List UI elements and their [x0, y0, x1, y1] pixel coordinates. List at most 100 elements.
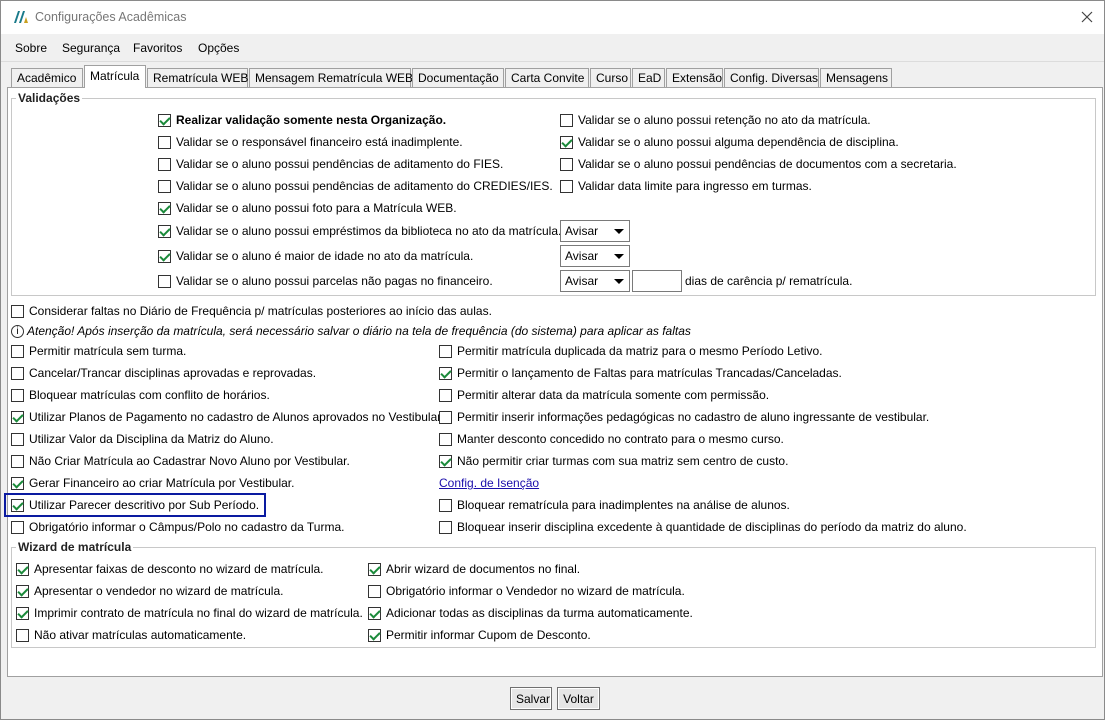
checkbox-box[interactable] [16, 628, 29, 642]
checkbox-lancamento-faltas[interactable]: Permitir o lançamento de Faltas para mat… [439, 366, 842, 380]
select-acao-biblioteca[interactable]: Avisar [560, 220, 630, 242]
menu-favoritos[interactable]: Favoritos [133, 41, 182, 55]
checkbox-box[interactable] [439, 366, 452, 380]
checkbox-box[interactable] [439, 454, 452, 468]
checkbox-box[interactable] [560, 179, 573, 193]
checkbox-box[interactable] [439, 410, 452, 424]
checkbox-box[interactable] [439, 432, 452, 446]
checkbox-data-limite-turmas[interactable]: Validar data limite para ingresso em tur… [560, 179, 812, 193]
save-button[interactable]: Salvar [510, 687, 552, 710]
checkbox-wizard-documentos[interactable]: Abrir wizard de documentos no final. [368, 562, 580, 576]
checkbox-box[interactable] [158, 274, 171, 288]
tab-matricula[interactable]: Matrícula [84, 65, 146, 88]
checkbox-matricula-duplicada[interactable]: Permitir matrícula duplicada da matriz p… [439, 344, 823, 358]
checkbox-box[interactable] [11, 454, 24, 468]
checkbox-box[interactable] [439, 344, 452, 358]
checkbox-cancelar-trancar[interactable]: Cancelar/Trancar disciplinas aprovadas e… [11, 366, 316, 380]
close-icon[interactable] [1076, 6, 1098, 28]
checkbox-adicionar-disciplinas[interactable]: Adicionar todas as disciplinas da turma … [368, 606, 693, 620]
checkbox-box[interactable] [11, 520, 24, 534]
checkbox-box[interactable] [11, 432, 24, 446]
checkbox-pendencias-documentos[interactable]: Validar se o aluno possui pendências de … [560, 157, 957, 171]
checkbox-foto-matricula-web[interactable]: Validar se o aluno possui foto para a Ma… [158, 201, 457, 215]
tab-mensagem-rematricula-web[interactable]: Mensagem Rematrícula WEB [249, 68, 413, 87]
menu-opcoes[interactable]: Opções [198, 41, 239, 55]
checkbox-box[interactable] [368, 606, 381, 620]
checkbox-box[interactable] [368, 628, 381, 642]
checkbox-faixas-desconto[interactable]: Apresentar faixas de desconto no wizard … [16, 562, 324, 576]
tab-carta-convite[interactable]: Carta Convite [505, 68, 589, 87]
tab-academico[interactable]: Acadêmico [11, 68, 83, 87]
checkbox-considerar-faltas[interactable]: Considerar faltas no Diário de Frequênci… [11, 304, 492, 318]
checkbox-box[interactable] [439, 388, 452, 402]
menu-sobre[interactable]: Sobre [15, 41, 47, 55]
checkbox-info-pedagogicas[interactable]: Permitir inserir informações pedagógicas… [439, 410, 929, 424]
checkbox-box[interactable] [11, 366, 24, 380]
app-logo-icon [14, 11, 28, 23]
checkbox-imprimir-contrato[interactable]: Imprimir contrato de matrícula no final … [16, 606, 363, 620]
checkbox-box[interactable] [368, 584, 381, 598]
checkbox-disciplina-excedente[interactable]: Bloquear inserir disciplina excedente à … [439, 520, 967, 534]
checkbox-centro-custo[interactable]: Não permitir criar turmas com sua matriz… [439, 454, 788, 468]
checkbox-conflito-horarios[interactable]: Bloquear matrículas com conflito de horá… [11, 388, 270, 402]
back-button[interactable]: Voltar [557, 687, 600, 710]
checkbox-planos-pagamento[interactable]: Utilizar Planos de Pagamento no cadastro… [11, 410, 444, 424]
dias-carencia-input[interactable] [632, 270, 682, 292]
checkbox-box[interactable] [11, 304, 24, 318]
checkbox-box[interactable] [158, 179, 171, 193]
checkbox-pendencias-fies[interactable]: Validar se o aluno possui pendências de … [158, 157, 503, 171]
checkbox-maior-idade[interactable]: Validar se o aluno é maior de idade no a… [158, 249, 473, 263]
tab-ead[interactable]: EaD [632, 68, 665, 87]
checkbox-box[interactable] [158, 157, 171, 171]
menu-seguranca[interactable]: Segurança [62, 41, 120, 55]
checkbox-nao-criar-matricula[interactable]: Não Criar Matrícula ao Cadastrar Novo Al… [11, 454, 350, 468]
tab-mensagens[interactable]: Mensagens [820, 68, 892, 87]
checkbox-box[interactable] [158, 249, 171, 263]
checkbox-retencao[interactable]: Validar se o aluno possui retenção no at… [560, 113, 871, 127]
checkbox-alterar-data[interactable]: Permitir alterar data da matrícula somen… [439, 388, 769, 402]
checkbox-box[interactable] [560, 157, 573, 171]
checkbox-parcelas-nao-pagas[interactable]: Validar se o aluno possui parcelas não p… [158, 274, 493, 288]
checkbox-box[interactable] [16, 606, 29, 620]
checkbox-box[interactable] [158, 135, 171, 149]
checkbox-box[interactable] [439, 498, 452, 512]
checkbox-box[interactable] [158, 113, 171, 127]
checkbox-cupom-desconto[interactable]: Permitir informar Cupom de Desconto. [368, 628, 591, 642]
checkbox-pendencias-credies[interactable]: Validar se o aluno possui pendências de … [158, 179, 553, 193]
tab-curso[interactable]: Curso [590, 68, 631, 87]
settings-window: Configurações Acadêmicas Sobre Segurança… [0, 0, 1105, 720]
checkbox-nao-ativar-matriculas[interactable]: Não ativar matrículas automaticamente. [16, 628, 246, 642]
checkbox-validacao-organizacao[interactable]: Realizar validação somente nesta Organiz… [158, 113, 446, 127]
checkbox-bloquear-rematricula[interactable]: Bloquear rematrícula para inadimplentes … [439, 498, 790, 512]
checkbox-box[interactable] [11, 388, 24, 402]
checkbox-box[interactable] [560, 135, 573, 149]
checkbox-campus-polo[interactable]: Obrigatório informar o Câmpus/Polo no ca… [11, 520, 344, 534]
checkbox-emprestimos-biblioteca[interactable]: Validar se o aluno possui empréstimos da… [158, 224, 561, 238]
checkbox-responsavel-inadimplente[interactable]: Validar se o responsável financeiro está… [158, 135, 463, 149]
checkbox-box[interactable] [368, 562, 381, 576]
checkbox-gerar-financeiro[interactable]: Gerar Financeiro ao criar Matrícula por … [11, 476, 294, 490]
checkbox-box[interactable] [11, 410, 24, 424]
checkbox-obrigatorio-vendedor[interactable]: Obrigatório informar o Vendedor no wizar… [368, 584, 685, 598]
tab-extensao[interactable]: Extensão [666, 68, 723, 87]
checkbox-box[interactable] [158, 201, 171, 215]
checkbox-dependencia-disciplina[interactable]: Validar se o aluno possui alguma dependê… [560, 135, 899, 149]
select-acao-parcelas[interactable]: Avisar [560, 270, 630, 292]
tab-config-diversas[interactable]: Config. Diversas [724, 68, 819, 87]
checkbox-box[interactable] [16, 584, 29, 598]
checkbox-box[interactable] [560, 113, 573, 127]
checkbox-matricula-sem-turma[interactable]: Permitir matrícula sem turma. [11, 344, 186, 358]
checkbox-box[interactable] [11, 344, 24, 358]
checkbox-box[interactable] [439, 520, 452, 534]
highlight-box [4, 493, 266, 517]
checkbox-box[interactable] [11, 476, 24, 490]
select-acao-maior-idade[interactable]: Avisar [560, 245, 630, 267]
tab-documentacao[interactable]: Documentação [412, 68, 504, 87]
checkbox-valor-disciplina[interactable]: Utilizar Valor da Disciplina da Matriz d… [11, 432, 274, 446]
checkbox-apresentar-vendedor[interactable]: Apresentar o vendedor no wizard de matrí… [16, 584, 283, 598]
config-isencao-link[interactable]: Config. de Isenção [439, 476, 539, 490]
tab-rematricula-web[interactable]: Rematrícula WEB [147, 68, 248, 87]
checkbox-manter-desconto[interactable]: Manter desconto concedido no contrato pa… [439, 432, 784, 446]
checkbox-box[interactable] [158, 224, 171, 238]
checkbox-box[interactable] [16, 562, 29, 576]
